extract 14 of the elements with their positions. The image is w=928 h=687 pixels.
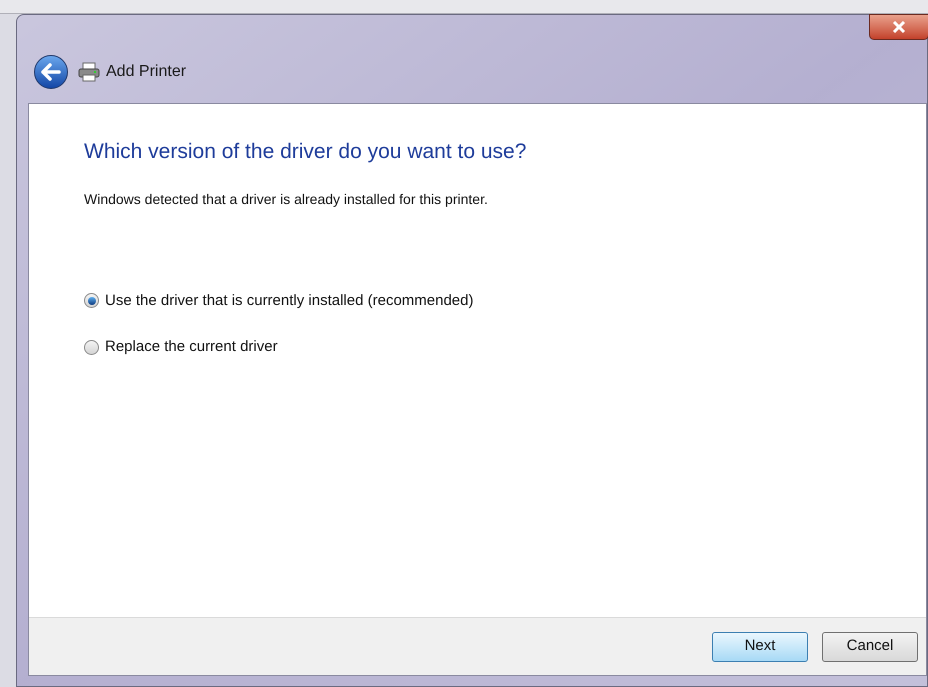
radio-option[interactable]: Use the driver that is currently installed (recommended) <box>84 290 474 312</box>
dialog-heading: Which version of the driver do you want to use? <box>84 139 528 165</box>
radio-button[interactable] <box>84 293 99 308</box>
radio-option[interactable]: Replace the current driver <box>84 336 278 358</box>
cancel-button[interactable]: Cancel <box>822 632 918 662</box>
radio-button[interactable] <box>84 340 99 355</box>
close-button[interactable] <box>869 14 928 40</box>
next-button[interactable]: Next <box>712 632 808 662</box>
printer-icon <box>78 62 100 82</box>
description-text: Windows detected that a driver is already installed for this printer. <box>84 190 489 209</box>
back-button[interactable] <box>34 55 68 89</box>
close-icon <box>892 21 906 33</box>
back-arrow-icon <box>41 63 61 81</box>
window-title: Add Printer <box>106 62 186 82</box>
